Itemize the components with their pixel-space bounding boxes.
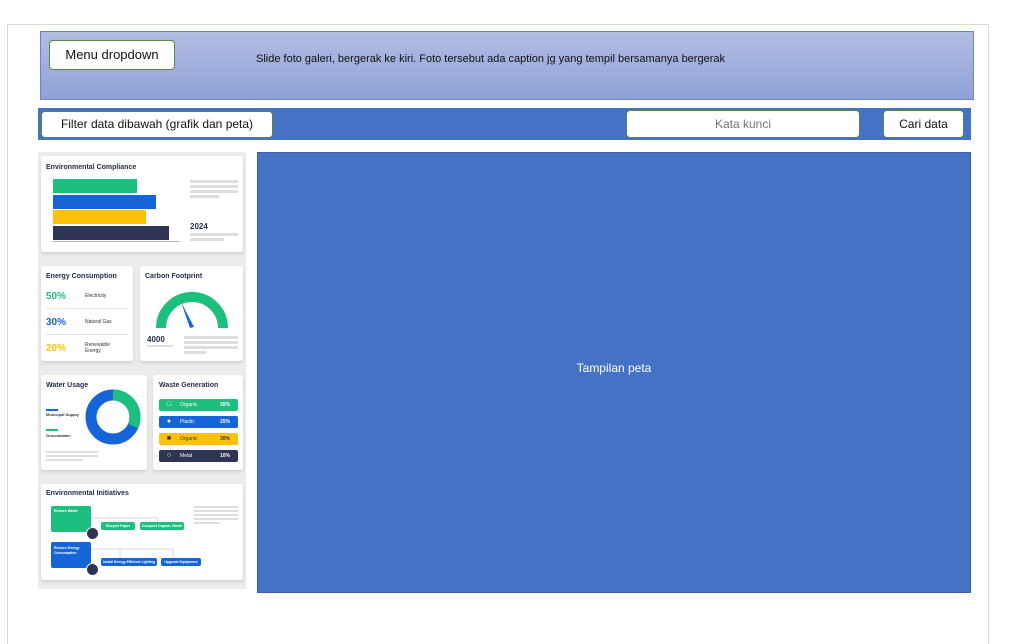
energy-divider [46,334,128,335]
compliance-bar [53,210,147,224]
initiative-marker-waste [86,527,99,540]
donut-slice-groundwater [112,389,141,429]
compliance-bar [53,225,169,240]
initiatives-note [194,506,238,524]
compliance-bar [53,194,156,209]
map-placeholder-label: Tampilan peta [576,361,652,375]
initiative-tag-lighting: Install Energy Efficient Lighting [101,558,157,566]
waste-label: Organic [180,402,198,408]
legend-municipal: Municipal Supply [46,412,79,417]
waste-value: 30% [219,436,230,442]
energy-label-gas: Natural Gas [85,319,112,325]
compliance-year: 2024 [190,222,208,231]
water-donut-chart [85,389,141,445]
document-icon: □ [166,401,172,408]
initiative-head-energy: Reduce Energy Consumption [51,542,91,568]
waste-row-metal: ○ Metal 10% [159,450,238,462]
carbon-value-note [147,345,173,347]
waste-label: Organic [180,436,198,442]
waste-value: 35% [219,402,230,408]
search-data-button[interactable]: Cari data [883,110,964,138]
waste-label: Metal [180,453,193,459]
legend-swatch-municipal [46,409,58,411]
initiative-tag-recycle: Recycle Paper [101,522,135,530]
energy-pct-electricity: 50% [46,291,67,302]
carbon-value: 4000 [147,335,165,344]
ring-icon: ○ [166,452,172,459]
photo-gallery-slider[interactable] [40,31,974,100]
filter-button[interactable]: Filter data dibawah (grafik dan peta) [41,111,273,138]
energy-pct-gas: 30% [46,317,67,328]
waste-row-plastic: ● Plastic 25% [159,416,238,428]
gallery-caption-note: Slide foto galeri, bergerak ke kiri. Fot… [256,53,725,65]
energy-pct-renewable: 20% [46,343,67,354]
legend-swatch-groundwater [46,429,58,431]
gauge-needle [181,302,194,328]
keyword-input[interactable] [626,110,860,138]
initiative-tag-equipment: Upgrade Equipment [161,558,201,566]
water-title: Water Usage [46,382,89,389]
waste-value: 25% [219,419,230,425]
compliance-axis [52,241,180,242]
chat-icon: ■ [166,435,172,442]
carbon-gauge [156,292,228,329]
bottle-icon: ● [166,418,172,425]
initiative-marker-energy [86,563,99,576]
compliance-note [190,180,238,198]
waste-row-organic: □ Organic 35% [159,399,238,411]
map-view[interactable]: Tampilan peta [257,152,971,593]
compliance-year-note [190,233,238,241]
waste-value: 10% [219,453,230,459]
water-note [46,451,98,461]
carbon-title: Carbon Footprint [145,273,203,280]
energy-label-electricity: Electricity [85,293,107,299]
carbon-note [184,336,238,354]
initiatives-title: Environmental Initiatives [46,490,129,497]
compliance-title: Environmental Compliance [46,164,137,171]
energy-divider [46,308,128,309]
energy-label-renewable: Renewable Energy [85,342,111,354]
compliance-bar [53,179,137,193]
legend-groundwater: Groundwater [46,433,71,438]
initiative-tag-compost: Compost Organic Waste [140,522,184,530]
waste-title: Waste Generation [159,382,219,389]
waste-row-organic-2: ■ Organic 30% [159,433,238,445]
menu-dropdown-button[interactable]: Menu dropdown [49,40,175,70]
initiative-head-waste: Reduce Waste [51,506,91,532]
waste-label: Plastic [180,419,195,425]
energy-title: Energy Consumption [46,273,117,280]
